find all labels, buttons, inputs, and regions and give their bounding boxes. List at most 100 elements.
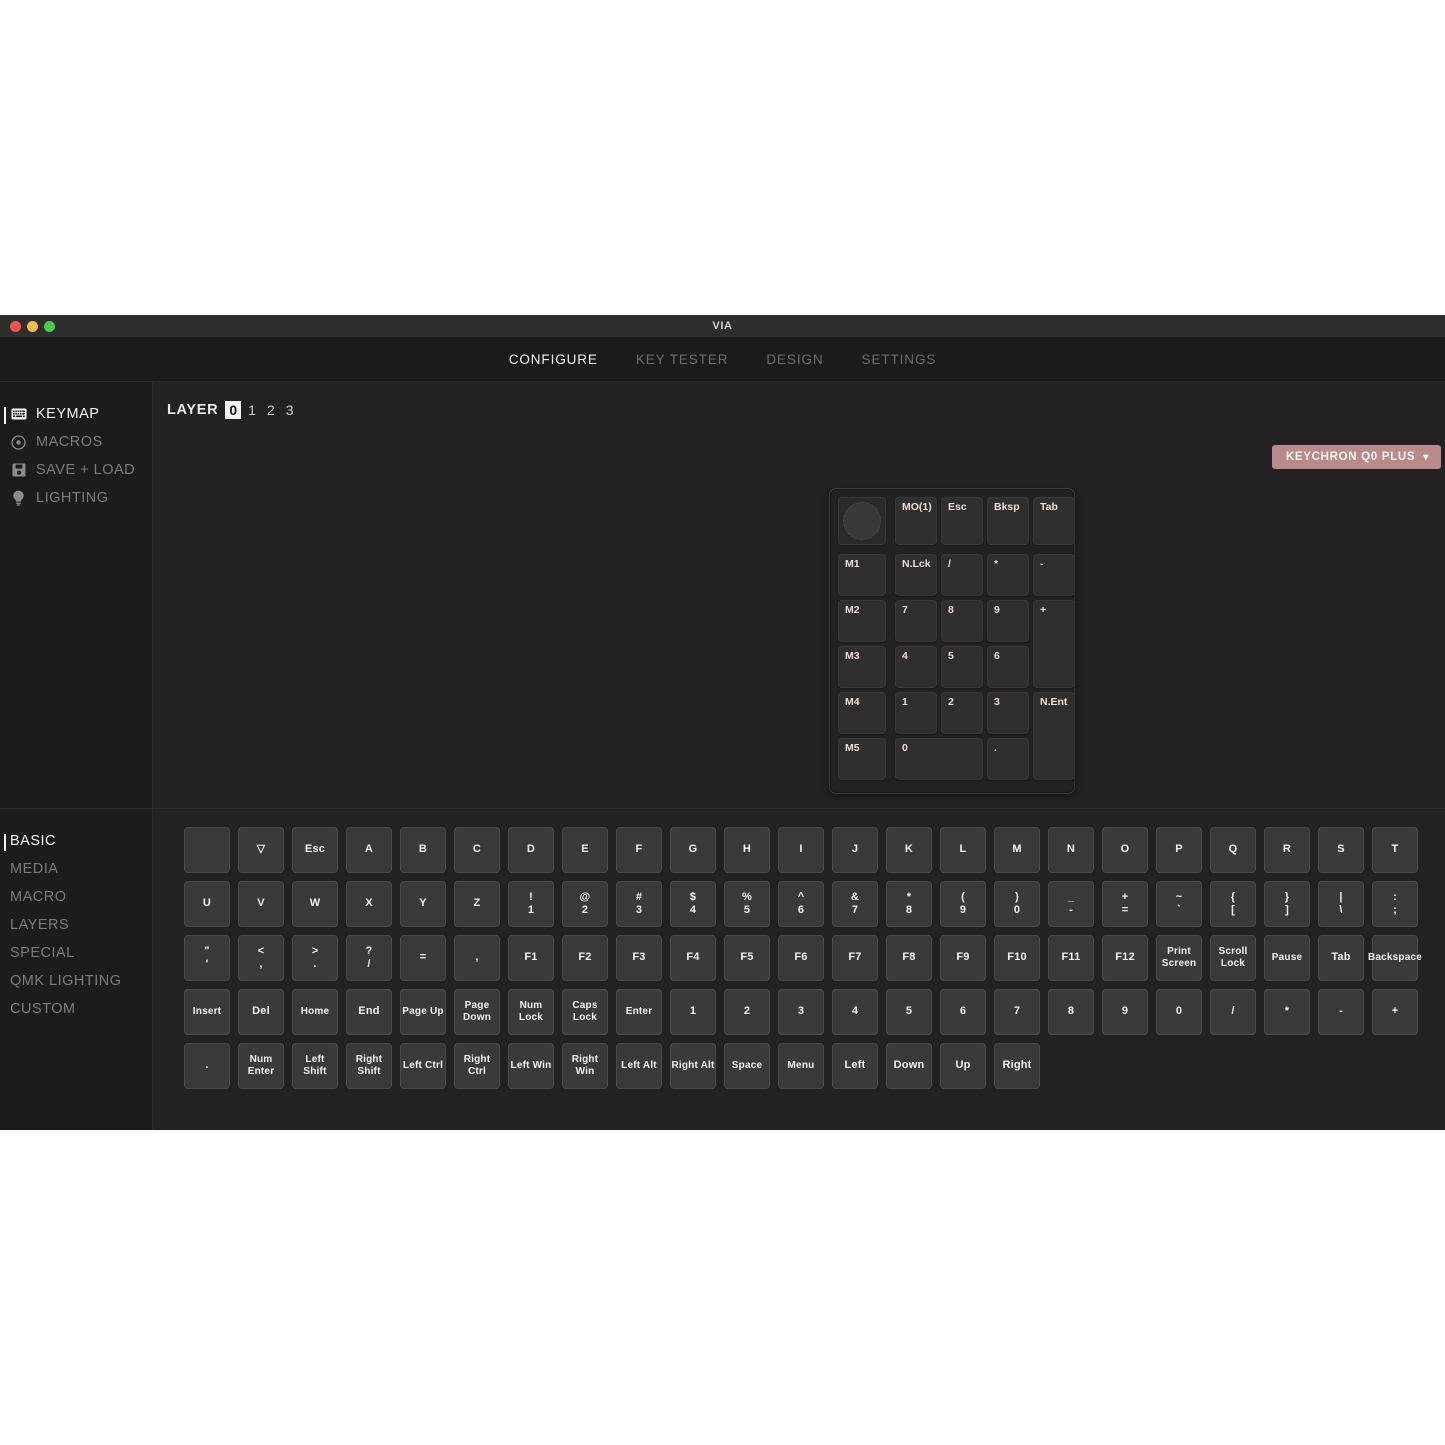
- palette-key[interactable]: F6: [778, 935, 824, 981]
- palette-key[interactable]: #3: [616, 881, 662, 927]
- palette-key[interactable]: <,: [238, 935, 284, 981]
- palette-key[interactable]: 6: [940, 989, 986, 1035]
- palette-key[interactable]: 7: [994, 989, 1040, 1035]
- palette-key[interactable]: K: [886, 827, 932, 873]
- keyboard-key[interactable]: 6: [987, 646, 1029, 688]
- palette-key[interactable]: M: [994, 827, 1040, 873]
- palette-key[interactable]: O: [1102, 827, 1148, 873]
- palette-key[interactable]: H: [724, 827, 770, 873]
- keyboard-key[interactable]: M1: [838, 554, 886, 596]
- palette-key[interactable]: & 7: [832, 881, 878, 927]
- palette-key[interactable]: G: [670, 827, 716, 873]
- palette-key[interactable]: F1: [508, 935, 554, 981]
- palette-key[interactable]: I: [778, 827, 824, 873]
- sidebar-item-layers[interactable]: LAYERS: [0, 911, 152, 939]
- palette-key[interactable]: | \: [1318, 881, 1364, 927]
- palette-key[interactable]: 9: [1102, 989, 1148, 1035]
- keyboard-key[interactable]: M5: [838, 738, 886, 780]
- palette-key[interactable]: Q: [1210, 827, 1256, 873]
- keyboard-key[interactable]: 0: [895, 738, 983, 780]
- palette-key[interactable]: F12: [1102, 935, 1148, 981]
- palette-key[interactable]: F4: [670, 935, 716, 981]
- palette-key[interactable]: W: [292, 881, 338, 927]
- palette-key[interactable]: Left Win: [508, 1043, 554, 1089]
- palette-key[interactable]: % 5: [724, 881, 770, 927]
- palette-key[interactable]: Right Shift: [346, 1043, 392, 1089]
- keyboard-key[interactable]: 4: [895, 646, 937, 688]
- keyboard-key[interactable]: 9: [987, 600, 1029, 642]
- palette-key[interactable]: S: [1318, 827, 1364, 873]
- palette-key[interactable]: Home: [292, 989, 338, 1035]
- palette-key[interactable]: F10: [994, 935, 1040, 981]
- palette-key[interactable]: Y: [400, 881, 446, 927]
- layer-button-0[interactable]: 0: [225, 401, 242, 419]
- palette-key[interactable]: J: [832, 827, 878, 873]
- palette-key[interactable]: 3: [778, 989, 824, 1035]
- palette-key[interactable]: Num Enter: [238, 1043, 284, 1089]
- palette-key[interactable]: Pause: [1264, 935, 1310, 981]
- sidebar-item-macro[interactable]: MACRO: [0, 883, 152, 911]
- palette-key[interactable]: Menu: [778, 1043, 824, 1089]
- palette-key[interactable]: Num Lock: [508, 989, 554, 1035]
- palette-key[interactable]: :;: [1372, 881, 1418, 927]
- keyboard-key[interactable]: 8: [941, 600, 983, 642]
- palette-key[interactable]: Insert: [184, 989, 230, 1035]
- keyboard-key[interactable]: MO(1): [895, 497, 937, 545]
- palette-key[interactable]: 0: [1156, 989, 1202, 1035]
- layer-button-2[interactable]: 2: [263, 401, 279, 419]
- sidebar-item-special[interactable]: SPECIAL: [0, 939, 152, 967]
- palette-key[interactable]: C: [454, 827, 500, 873]
- palette-key[interactable]: F11: [1048, 935, 1094, 981]
- palette-key[interactable]: 1: [670, 989, 716, 1035]
- palette-key[interactable]: Right: [994, 1043, 1040, 1089]
- palette-key[interactable]: ! 1: [508, 881, 554, 927]
- palette-key[interactable]: Page Up: [400, 989, 446, 1035]
- keyboard-key[interactable]: Tab: [1033, 497, 1075, 545]
- palette-key[interactable]: Left: [832, 1043, 878, 1089]
- palette-key[interactable]: }]: [1264, 881, 1310, 927]
- sidebar-item-basic[interactable]: BASIC: [0, 827, 152, 855]
- palette-key[interactable]: ~ `: [1156, 881, 1202, 927]
- keyboard-key[interactable]: 7: [895, 600, 937, 642]
- palette-key[interactable]: + =: [1102, 881, 1148, 927]
- palette-key[interactable]: B: [400, 827, 446, 873]
- palette-key[interactable]: F: [616, 827, 662, 873]
- palette-key[interactable]: Page Down: [454, 989, 500, 1035]
- keyboard-key[interactable]: /: [941, 554, 983, 596]
- palette-key[interactable]: Left Alt: [616, 1043, 662, 1089]
- palette-key[interactable]: >.: [292, 935, 338, 981]
- palette-key[interactable]: Left Shift: [292, 1043, 338, 1089]
- palette-key[interactable]: E: [562, 827, 608, 873]
- palette-key[interactable]: Down: [886, 1043, 932, 1089]
- palette-key[interactable]: Esc: [292, 827, 338, 873]
- keyboard-key[interactable]: -: [1033, 554, 1075, 596]
- keyboard-encoder-knob[interactable]: [838, 497, 886, 545]
- palette-key[interactable]: =: [400, 935, 446, 981]
- palette-key[interactable]: " ': [184, 935, 230, 981]
- palette-key[interactable]: Del: [238, 989, 284, 1035]
- palette-key[interactable]: Right Win: [562, 1043, 608, 1089]
- keyboard-key[interactable]: M4: [838, 692, 886, 734]
- keyboard-selector-button[interactable]: KEYCHRON Q0 PLUS ▾: [1271, 445, 1441, 469]
- nav-tab-design[interactable]: DESIGN: [764, 348, 825, 371]
- palette-key[interactable]: Caps Lock: [562, 989, 608, 1035]
- palette-key[interactable]: 2: [724, 989, 770, 1035]
- palette-key[interactable]: ) 0: [994, 881, 1040, 927]
- palette-key[interactable]: ^ 6: [778, 881, 824, 927]
- palette-key[interactable]: .: [184, 1043, 230, 1089]
- palette-key[interactable]: D: [508, 827, 554, 873]
- palette-key[interactable]: ▽: [238, 827, 284, 873]
- palette-key[interactable]: F7: [832, 935, 878, 981]
- palette-key[interactable]: 8: [1048, 989, 1094, 1035]
- keyboard-key[interactable]: N.Ent: [1033, 692, 1075, 780]
- palette-key[interactable]: ? /: [346, 935, 392, 981]
- palette-key[interactable]: V: [238, 881, 284, 927]
- palette-key[interactable]: F9: [940, 935, 986, 981]
- palette-key[interactable]: X: [346, 881, 392, 927]
- palette-key[interactable]: Print Screen: [1156, 935, 1202, 981]
- sidebar-item-custom[interactable]: CUSTOM: [0, 995, 152, 1023]
- palette-key[interactable]: Right Ctrl: [454, 1043, 500, 1089]
- palette-key[interactable]: Up: [940, 1043, 986, 1089]
- sidebar-item-lighting[interactable]: LIGHTING: [0, 484, 152, 512]
- palette-key[interactable]: [184, 827, 230, 873]
